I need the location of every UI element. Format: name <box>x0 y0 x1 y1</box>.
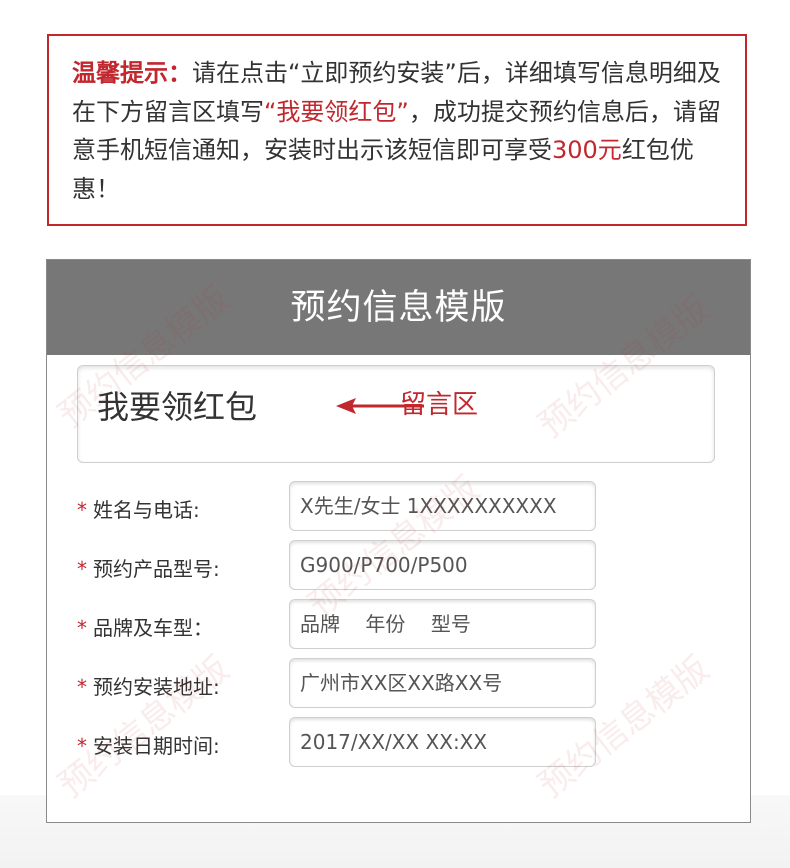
brand-car-label: * 品牌及车型： <box>77 616 213 640</box>
required-star: * <box>77 734 87 758</box>
card-header: 预约信息模版 <box>47 260 750 355</box>
brand-car-field[interactable]: 品牌 年份 型号 <box>289 599 596 649</box>
required-star: * <box>77 498 87 522</box>
required-star: * <box>77 675 87 699</box>
form-row-name-phone: * 姓名与电话: X先生/女士 1XXXXXXXXXX <box>47 481 750 533</box>
message-area-label: 留言区 <box>400 390 479 420</box>
message-text: 我要领红包 <box>97 388 258 426</box>
reservation-template-card: 预约信息模版 我要领红包 留言区 * 姓名与电话: X先生/女士 1XXXXXXX… <box>46 259 751 823</box>
install-address-label: * 预约安装地址: <box>77 675 220 699</box>
name-phone-label: * 姓名与电话: <box>77 498 200 522</box>
product-model-label: * 预约产品型号: <box>77 557 220 581</box>
notice-box: 温馨提示：请在点击“立即预约安装”后，详细填写信息明细及在下方留言区填写“我要领… <box>47 34 747 226</box>
form-row-install-address: * 预约安装地址: 广州市XX区XX路XX号 <box>47 658 750 710</box>
form-row-install-datetime: * 安装日期时间: 2017/XX/XX XX:XX <box>47 717 750 769</box>
install-datetime-field[interactable]: 2017/XX/XX XX:XX <box>289 717 596 767</box>
required-star: * <box>77 616 87 640</box>
notice-highlight-red-envelope: “我要领红包” <box>264 97 409 126</box>
name-phone-field[interactable]: X先生/女士 1XXXXXXXXXX <box>289 481 596 531</box>
product-model-field[interactable]: G900/P700/P500 <box>289 540 596 590</box>
notice-title: 温馨提示： <box>72 59 192 87</box>
message-box[interactable]: 我要领红包 留言区 <box>77 365 715 463</box>
notice-highlight-amount: 300元 <box>552 136 622 164</box>
form-row-product-model: * 预约产品型号: G900/P700/P500 <box>47 540 750 592</box>
install-datetime-label: * 安装日期时间: <box>77 734 220 758</box>
form-row-brand-car: * 品牌及车型： 品牌 年份 型号 <box>47 599 750 651</box>
install-address-field[interactable]: 广州市XX区XX路XX号 <box>289 658 596 708</box>
required-star: * <box>77 557 87 581</box>
